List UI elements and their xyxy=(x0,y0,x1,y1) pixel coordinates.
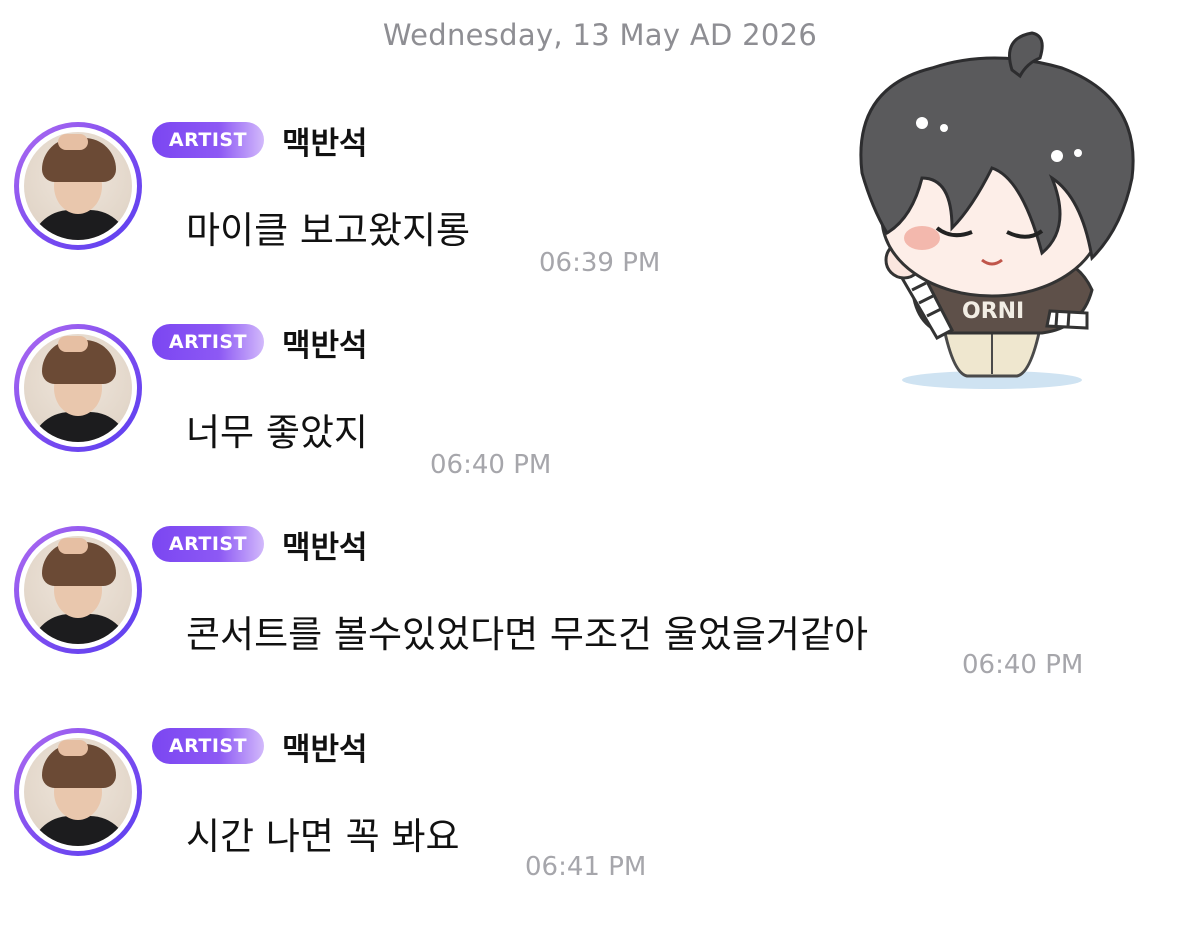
message-text: 마이클 보고왔지롱 xyxy=(186,209,471,252)
message-text: 너무 좋았지 xyxy=(186,411,368,454)
message-time: 06:40 PM xyxy=(430,450,552,480)
message-time: 06:40 PM xyxy=(962,650,1084,680)
artist-badge: ARTIST xyxy=(152,324,264,360)
sticker-shirt-text: ORNI xyxy=(962,299,1024,324)
avatar[interactable] xyxy=(14,122,142,250)
chibi-character-sticker: ORNI xyxy=(842,28,1158,398)
sender-name[interactable]: 맥반석 xyxy=(282,320,368,365)
artist-badge: ARTIST xyxy=(152,728,264,764)
sender-name[interactable]: 맥반석 xyxy=(282,724,368,769)
message-text: 시간 나면 꼭 봐요 xyxy=(186,815,460,858)
message-time: 06:41 PM xyxy=(525,852,647,882)
profile-photo xyxy=(24,536,132,644)
message-item: ARTIST 맥반석 시간 나면 꼭 봐요 06:41 PM xyxy=(0,728,1200,928)
sender-name[interactable]: 맥반석 xyxy=(282,118,368,163)
message-text: 콘서트를 볼수있었다면 무조건 울었을거같아 xyxy=(186,613,869,656)
profile-photo xyxy=(24,738,132,846)
message-time: 06:39 PM xyxy=(539,248,661,278)
message-item: ARTIST 맥반석 콘서트를 볼수있었다면 무조건 울었을거같아 06:40 … xyxy=(0,526,1200,726)
sender-name[interactable]: 맥반석 xyxy=(282,522,368,567)
artist-badge: ARTIST xyxy=(152,526,264,562)
profile-photo xyxy=(24,132,132,240)
avatar[interactable] xyxy=(14,324,142,452)
artist-badge: ARTIST xyxy=(152,122,264,158)
avatar[interactable] xyxy=(14,728,142,856)
avatar[interactable] xyxy=(14,526,142,654)
profile-photo xyxy=(24,334,132,442)
